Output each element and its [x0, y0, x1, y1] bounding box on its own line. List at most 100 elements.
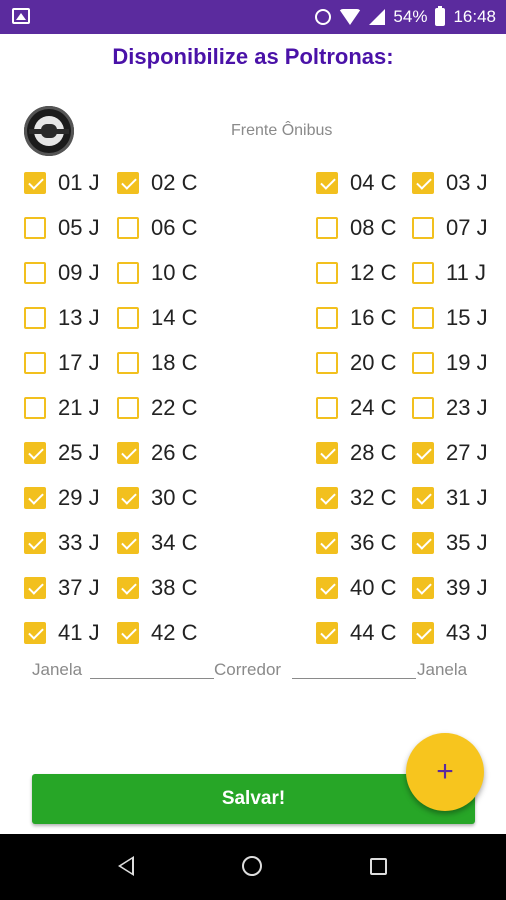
- seat-item[interactable]: 27 J: [412, 438, 488, 468]
- seat-checkbox[interactable]: [117, 622, 139, 644]
- seat-checkbox[interactable]: [24, 307, 46, 329]
- seat-item[interactable]: 30 C: [117, 483, 197, 513]
- home-icon[interactable]: [242, 856, 262, 876]
- seat-checkbox[interactable]: [117, 217, 139, 239]
- seat-item[interactable]: 03 J: [412, 168, 488, 198]
- seat-item[interactable]: 26 C: [117, 438, 197, 468]
- seat-item[interactable]: 13 J: [24, 303, 100, 333]
- seat-item[interactable]: 12 C: [316, 258, 396, 288]
- seat-item[interactable]: 14 C: [117, 303, 197, 333]
- seat-item[interactable]: 09 J: [24, 258, 100, 288]
- seat-checkbox[interactable]: [316, 307, 338, 329]
- seat-item[interactable]: 18 C: [117, 348, 197, 378]
- seat-label: 09 J: [58, 260, 100, 285]
- seat-item[interactable]: 44 C: [316, 618, 396, 648]
- seat-item[interactable]: 23 J: [412, 393, 488, 423]
- seat-checkbox[interactable]: [412, 172, 434, 194]
- seat-checkbox[interactable]: [412, 217, 434, 239]
- seat-label: 42 C: [151, 620, 198, 645]
- seat-item[interactable]: 21 J: [24, 393, 100, 423]
- seat-checkbox[interactable]: [412, 532, 434, 554]
- seat-checkbox[interactable]: [117, 307, 139, 329]
- add-fab-button[interactable]: +: [406, 733, 484, 811]
- seat-item[interactable]: 40 C: [316, 573, 396, 603]
- seat-checkbox[interactable]: [24, 487, 46, 509]
- seat-checkbox[interactable]: [117, 442, 139, 464]
- seat-checkbox[interactable]: [117, 352, 139, 374]
- seat-item[interactable]: 04 C: [316, 168, 396, 198]
- seat-item[interactable]: 01 J: [24, 168, 100, 198]
- seat-item[interactable]: 05 J: [24, 213, 100, 243]
- seat-checkbox[interactable]: [117, 577, 139, 599]
- seat-item[interactable]: 07 J: [412, 213, 488, 243]
- seat-label: 21 J: [58, 395, 100, 420]
- back-icon[interactable]: [118, 856, 134, 876]
- seat-item[interactable]: 32 C: [316, 483, 396, 513]
- seat-checkbox[interactable]: [412, 487, 434, 509]
- seat-item[interactable]: 17 J: [24, 348, 100, 378]
- seat-item[interactable]: 25 J: [24, 438, 100, 468]
- seat-item[interactable]: 42 C: [117, 618, 197, 648]
- seat-checkbox[interactable]: [24, 217, 46, 239]
- seat-checkbox[interactable]: [316, 622, 338, 644]
- seat-checkbox[interactable]: [24, 397, 46, 419]
- seat-checkbox[interactable]: [412, 307, 434, 329]
- seat-checkbox[interactable]: [316, 217, 338, 239]
- seat-checkbox[interactable]: [316, 442, 338, 464]
- seat-item[interactable]: 33 J: [24, 528, 100, 558]
- seat-item[interactable]: 31 J: [412, 483, 488, 513]
- recent-apps-icon[interactable]: [370, 858, 387, 875]
- seat-item[interactable]: 29 J: [24, 483, 100, 513]
- seat-checkbox[interactable]: [24, 532, 46, 554]
- seat-item[interactable]: 34 C: [117, 528, 197, 558]
- seat-item[interactable]: 41 J: [24, 618, 100, 648]
- seat-checkbox[interactable]: [316, 577, 338, 599]
- seat-item[interactable]: 15 J: [412, 303, 488, 333]
- seat-checkbox[interactable]: [412, 397, 434, 419]
- seat-checkbox[interactable]: [316, 532, 338, 554]
- seat-checkbox[interactable]: [24, 262, 46, 284]
- seat-item[interactable]: 24 C: [316, 393, 396, 423]
- seat-item[interactable]: 08 C: [316, 213, 396, 243]
- seat-checkbox[interactable]: [24, 577, 46, 599]
- seat-checkbox[interactable]: [412, 262, 434, 284]
- seat-checkbox[interactable]: [316, 172, 338, 194]
- seat-item[interactable]: 16 C: [316, 303, 396, 333]
- seat-item[interactable]: 11 J: [412, 258, 486, 288]
- seat-item[interactable]: 38 C: [117, 573, 197, 603]
- seat-label: 39 J: [446, 575, 488, 600]
- seat-checkbox[interactable]: [316, 262, 338, 284]
- seat-item[interactable]: 37 J: [24, 573, 100, 603]
- seat-checkbox[interactable]: [117, 487, 139, 509]
- seat-checkbox[interactable]: [316, 352, 338, 374]
- seat-label: 02 C: [151, 170, 198, 195]
- seat-checkbox[interactable]: [316, 487, 338, 509]
- seat-item[interactable]: 02 C: [117, 168, 197, 198]
- seat-item[interactable]: 10 C: [117, 258, 197, 288]
- seat-label: 11 J: [446, 260, 486, 285]
- seat-checkbox[interactable]: [24, 172, 46, 194]
- seat-checkbox[interactable]: [117, 532, 139, 554]
- seat-checkbox[interactable]: [24, 352, 46, 374]
- seat-checkbox[interactable]: [412, 352, 434, 374]
- seat-item[interactable]: 20 C: [316, 348, 396, 378]
- seat-item[interactable]: 36 C: [316, 528, 396, 558]
- seat-item[interactable]: 06 C: [117, 213, 197, 243]
- seat-item[interactable]: 28 C: [316, 438, 396, 468]
- seat-checkbox[interactable]: [412, 442, 434, 464]
- seat-label: 37 J: [58, 575, 100, 600]
- seat-checkbox[interactable]: [117, 172, 139, 194]
- seat-item[interactable]: 19 J: [412, 348, 488, 378]
- seat-checkbox[interactable]: [24, 442, 46, 464]
- seat-item[interactable]: 39 J: [412, 573, 488, 603]
- seat-checkbox[interactable]: [412, 577, 434, 599]
- plus-icon: +: [436, 755, 454, 788]
- seat-item[interactable]: 22 C: [117, 393, 197, 423]
- seat-checkbox[interactable]: [412, 622, 434, 644]
- seat-item[interactable]: 43 J: [412, 618, 488, 648]
- seat-checkbox[interactable]: [117, 397, 139, 419]
- seat-checkbox[interactable]: [24, 622, 46, 644]
- seat-item[interactable]: 35 J: [412, 528, 488, 558]
- seat-checkbox[interactable]: [117, 262, 139, 284]
- seat-checkbox[interactable]: [316, 397, 338, 419]
